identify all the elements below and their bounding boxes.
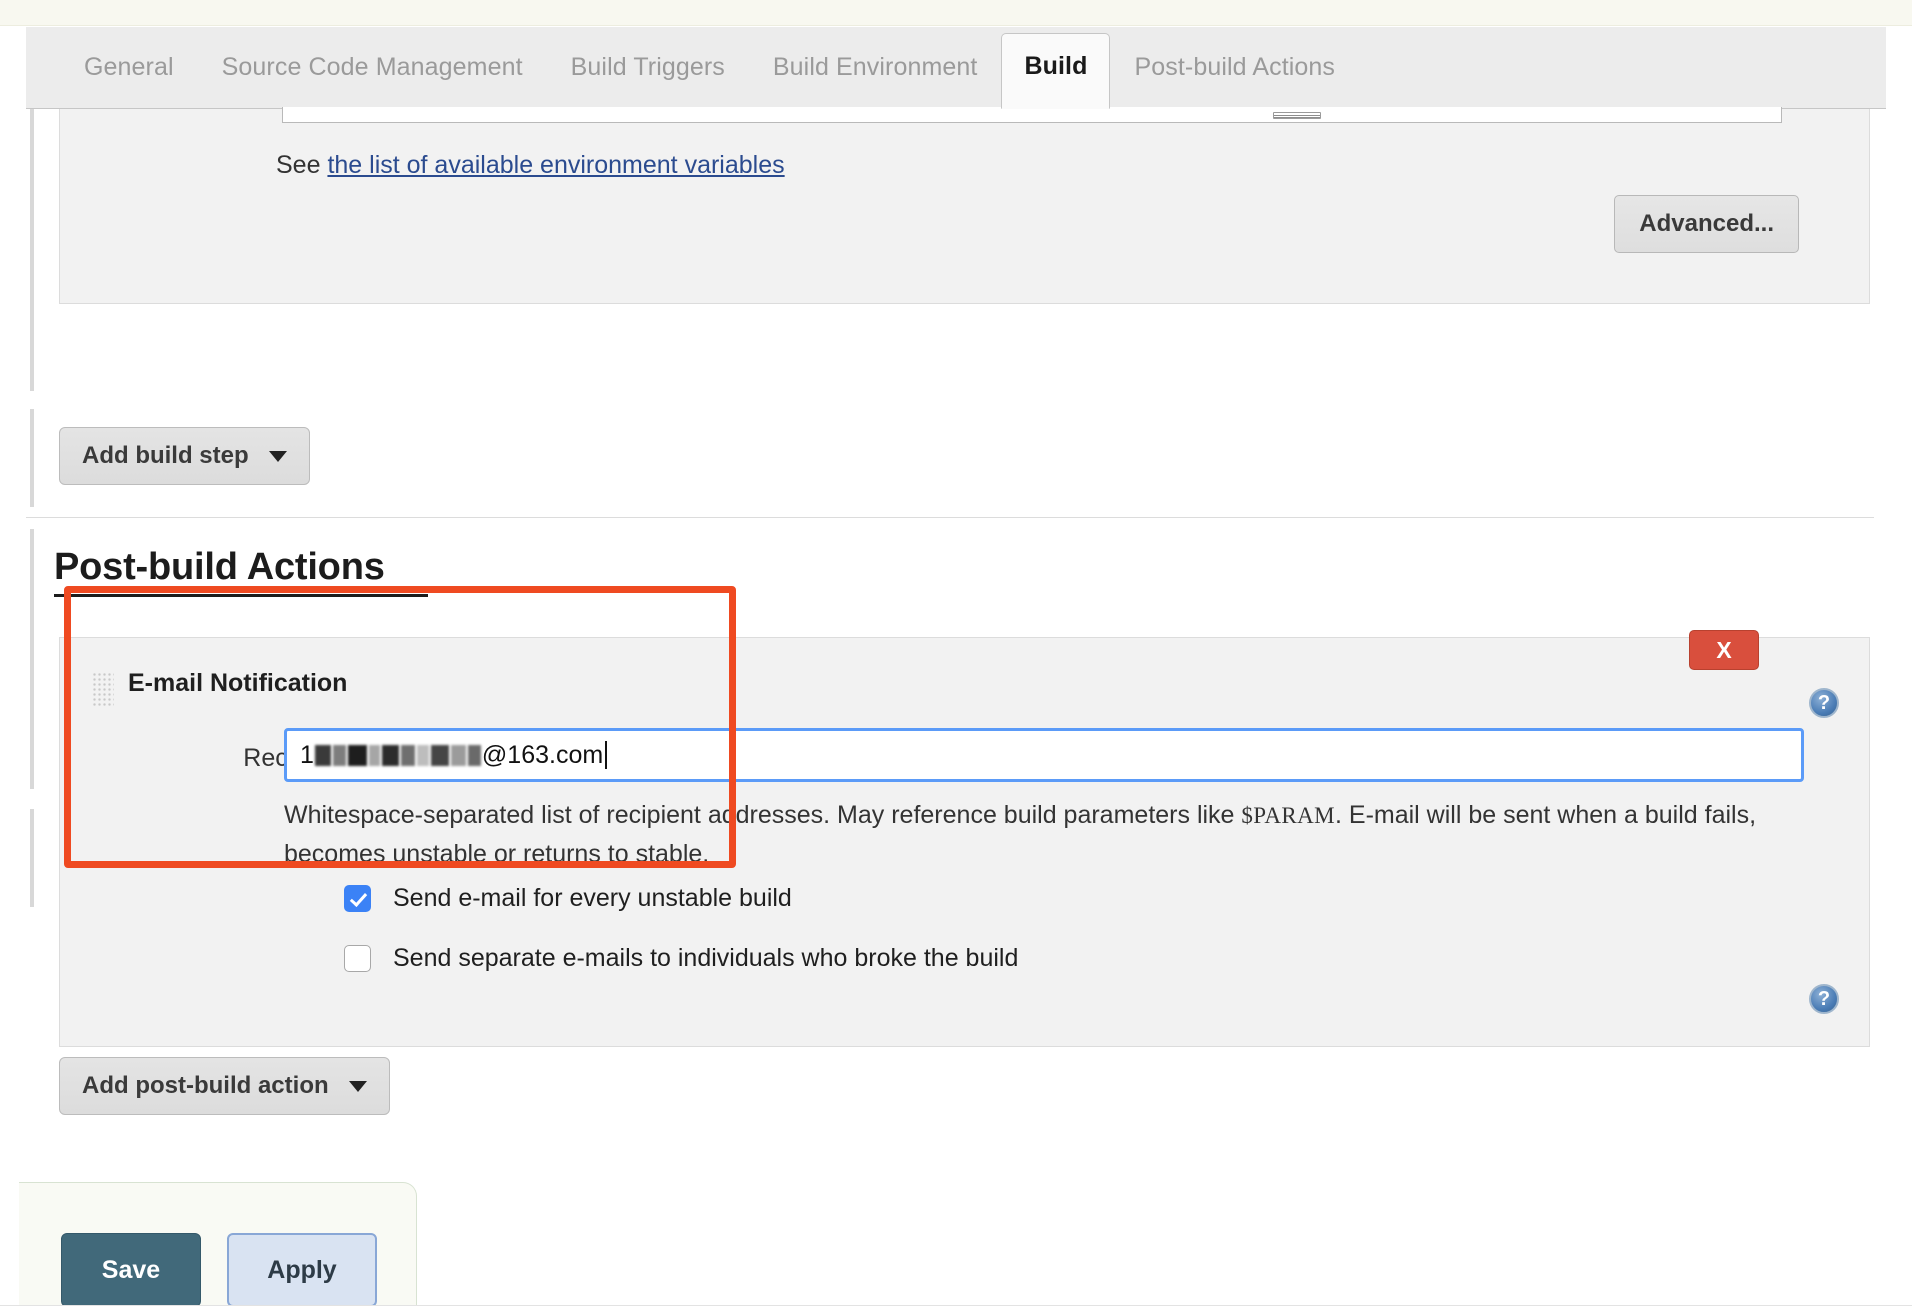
checkbox-send-separate-emails[interactable]: [344, 945, 371, 972]
add-post-build-action-label: Add post-build action: [82, 1072, 329, 1099]
config-tabs: General Source Code Management Build Tri…: [26, 26, 1359, 109]
form-footer-bar: Save Apply: [19, 1182, 417, 1306]
textarea-resize-grip[interactable]: [1273, 112, 1321, 119]
apply-button[interactable]: Apply: [227, 1233, 377, 1306]
env-hint-prefix: See: [276, 151, 328, 179]
chevron-down-icon: [348, 1080, 367, 1092]
heading-underline: [54, 594, 428, 597]
post-build-actions-heading: Post-build Actions: [54, 546, 428, 597]
recipients-input[interactable]: 1 @163.com: [284, 728, 1804, 782]
delete-post-build-action-button[interactable]: X: [1689, 630, 1759, 670]
tab-build-environment[interactable]: Build Environment: [749, 53, 1002, 108]
redaction-block: [347, 744, 367, 766]
redaction-block: [400, 744, 415, 766]
email-notification-panel: E-mail Notification X ? ? Recipients 1@1…: [59, 630, 1870, 1047]
section-rail: [30, 109, 34, 391]
redaction-block: [314, 744, 331, 766]
email-notification-title: E-mail Notification: [128, 669, 348, 697]
advanced-button[interactable]: Advanced...: [1614, 195, 1799, 253]
recipients-value: 1 @163.com: [300, 740, 608, 770]
checkbox-label[interactable]: Send e-mail for every unstable build: [393, 884, 792, 913]
jenkins-job-config-page: General Source Code Management Build Tri…: [0, 0, 1912, 1306]
environment-variables-hint: See the list of available environment va…: [276, 151, 785, 180]
command-textarea[interactable]: [282, 107, 1782, 123]
tab-build[interactable]: Build: [1001, 33, 1111, 109]
section-divider: [26, 517, 1874, 518]
section-rail: [30, 529, 34, 789]
tab-source-code-management[interactable]: Source Code Management: [198, 53, 547, 108]
recipients-value-prefix: 1: [300, 740, 314, 769]
drag-handle-icon[interactable]: [92, 672, 114, 708]
redaction-block: [416, 744, 429, 766]
help-icon[interactable]: ?: [1809, 984, 1839, 1014]
help-text-part1: Whitespace-separated list of recipient a…: [284, 801, 1242, 829]
recipients-value-suffix: @163.com: [481, 740, 604, 769]
config-tab-bar: General Source Code Management Build Tri…: [26, 27, 1886, 109]
checkbox-row: Send separate e-mails to individuals who…: [344, 944, 1018, 973]
save-button[interactable]: Save: [61, 1233, 201, 1306]
redaction-block: [467, 744, 481, 766]
tab-build-triggers[interactable]: Build Triggers: [547, 53, 749, 108]
redaction-block: [450, 744, 466, 766]
redaction-block: [368, 744, 380, 766]
top-strip: [0, 0, 1912, 26]
redaction-block: [430, 744, 449, 766]
redaction-block: [381, 744, 399, 766]
help-icon[interactable]: ?: [1809, 688, 1839, 718]
build-step-panel: See the list of available environment va…: [59, 107, 1870, 304]
chevron-down-icon: [268, 450, 287, 462]
checkbox-label[interactable]: Send separate e-mails to individuals who…: [393, 944, 1018, 973]
config-body: See the list of available environment va…: [0, 107, 1912, 1306]
add-post-build-action-button[interactable]: Add post-build action: [59, 1057, 390, 1115]
page-title: Post-build Actions: [54, 546, 385, 588]
add-build-step-button[interactable]: Add build step: [59, 427, 310, 485]
add-build-step-label: Add build step: [82, 442, 249, 469]
section-rail: [30, 809, 34, 907]
environment-variables-link[interactable]: the list of available environment variab…: [327, 151, 784, 179]
checkbox-send-email-every-unstable-build[interactable]: [344, 885, 371, 912]
tab-post-build-actions[interactable]: Post-build Actions: [1110, 53, 1359, 108]
text-cursor: [605, 741, 608, 769]
param-token: $PARAM: [1241, 803, 1335, 828]
recipients-help-text: Whitespace-separated list of recipient a…: [284, 796, 1804, 874]
tab-general[interactable]: General: [60, 53, 198, 108]
checkbox-row: Send e-mail for every unstable build: [344, 884, 792, 913]
redaction-block: [332, 744, 346, 766]
section-rail: [30, 409, 34, 507]
